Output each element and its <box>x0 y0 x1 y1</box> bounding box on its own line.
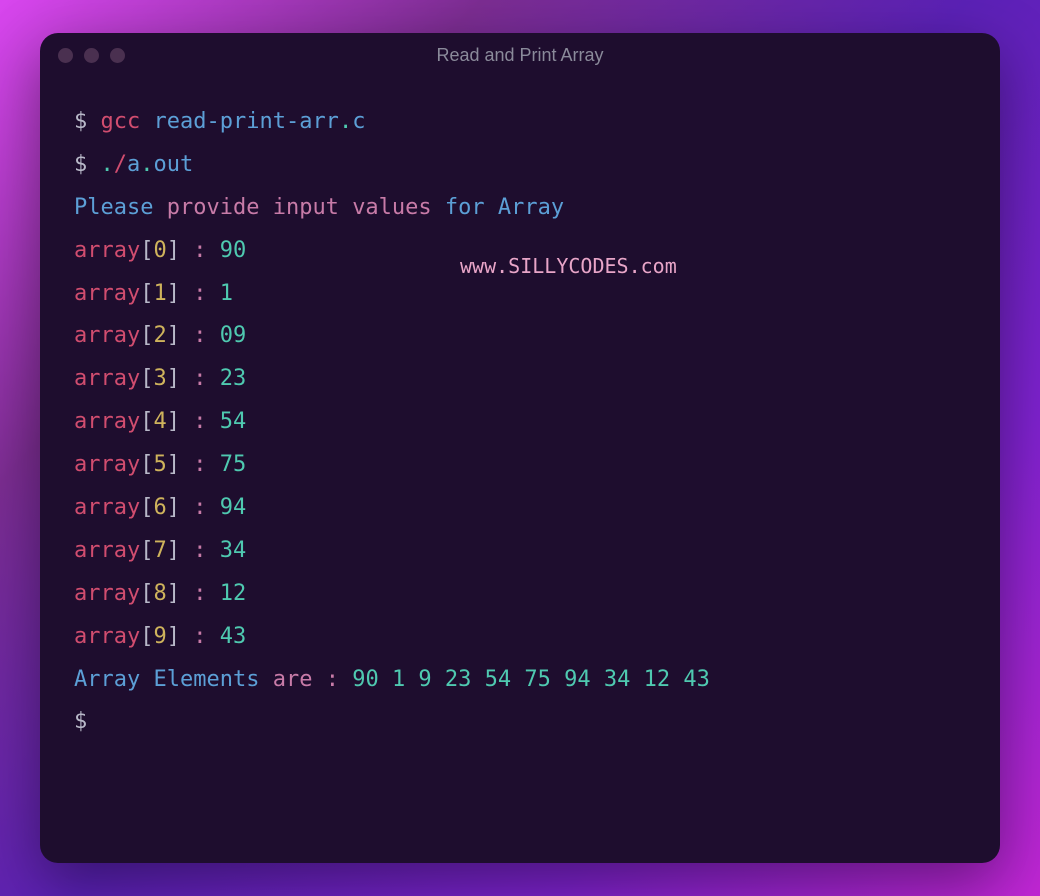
array-value: 09 <box>220 323 247 348</box>
array-entry: array[5] : 75 <box>74 444 966 487</box>
result-values: 90 1 9 23 54 75 94 34 12 43 <box>352 667 710 692</box>
terminal-body[interactable]: www.SILLYCODES.com $ gcc read-print-arr.… <box>40 77 1000 768</box>
array-index: 2 <box>153 323 166 348</box>
array-entry: array[3] : 23 <box>74 358 966 401</box>
command-gcc: gcc <box>101 109 141 134</box>
array-value: 90 <box>220 238 247 263</box>
array-value: 75 <box>220 452 247 477</box>
array-index: 9 <box>153 624 166 649</box>
command-line-2: $ ./a.out <box>74 144 966 187</box>
final-prompt: $ <box>74 701 966 744</box>
titlebar: Read and Print Array <box>40 33 1000 77</box>
array-entry: array[6] : 94 <box>74 487 966 530</box>
watermark: www.SILLYCODES.com <box>460 247 677 286</box>
close-icon[interactable] <box>58 48 73 63</box>
array-index: 4 <box>153 409 166 434</box>
output-header: Please provide input values for Array <box>74 187 966 230</box>
maximize-icon[interactable] <box>110 48 125 63</box>
array-value: 54 <box>220 409 247 434</box>
array-index: 7 <box>153 538 166 563</box>
array-value: 1 <box>220 281 233 306</box>
array-index: 3 <box>153 366 166 391</box>
array-index: 6 <box>153 495 166 520</box>
array-entry: array[8] : 12 <box>74 573 966 616</box>
array-index: 0 <box>153 238 166 263</box>
command-line-1: $ gcc read-print-arr.c <box>74 101 966 144</box>
prompt: $ <box>74 152 87 177</box>
array-index: 1 <box>153 281 166 306</box>
window-title: Read and Print Array <box>436 45 603 66</box>
terminal-window: Read and Print Array www.SILLYCODES.com … <box>40 33 1000 863</box>
traffic-lights <box>58 48 125 63</box>
output-result: Array Elements are : 90 1 9 23 54 75 94 … <box>74 659 966 702</box>
prompt: $ <box>74 109 87 134</box>
array-entry: array[4] : 54 <box>74 401 966 444</box>
minimize-icon[interactable] <box>84 48 99 63</box>
array-entry: array[7] : 34 <box>74 530 966 573</box>
array-entry: array[2] : 09 <box>74 315 966 358</box>
array-index: 8 <box>153 581 166 606</box>
array-value: 12 <box>220 581 247 606</box>
array-entries-list: array[0] : 90array[1] : 1array[2] : 09ar… <box>74 230 966 659</box>
array-value: 23 <box>220 366 247 391</box>
array-value: 94 <box>220 495 247 520</box>
array-value: 34 <box>220 538 247 563</box>
array-index: 5 <box>153 452 166 477</box>
array-entry: array[9] : 43 <box>74 616 966 659</box>
command-arg: read-print-arr <box>154 109 339 134</box>
array-value: 43 <box>220 624 247 649</box>
